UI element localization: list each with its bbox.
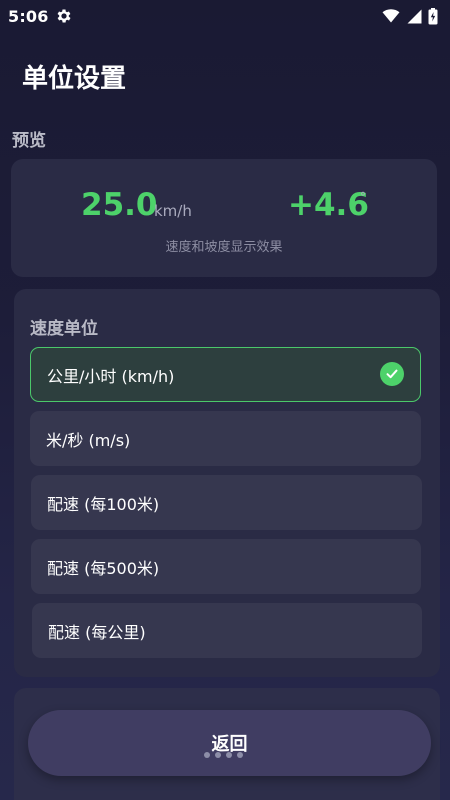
unit-option-label: 米/秒 (m/s) bbox=[46, 430, 131, 450]
unit-option-pace-100m[interactable]: 配速 (每100米) bbox=[31, 475, 422, 530]
status-bar: 5:06 bbox=[0, 0, 450, 32]
page-indicator bbox=[204, 752, 243, 758]
speed-preview-unit: km/h bbox=[154, 202, 192, 220]
unit-option-kmh[interactable]: 公里/小时 (km/h) bbox=[30, 347, 421, 402]
wifi-icon bbox=[382, 9, 400, 23]
settings-gear-icon bbox=[57, 9, 71, 23]
unit-option-label: 公里/小时 (km/h) bbox=[47, 366, 175, 386]
battery-icon bbox=[428, 7, 438, 24]
page-title: 单位设置 bbox=[22, 64, 127, 94]
check-icon bbox=[380, 362, 404, 386]
slope-preview-value: +4.6 bbox=[288, 187, 369, 223]
preview-section-label: 预览 bbox=[12, 131, 46, 151]
unit-option-pace-500m[interactable]: 配速 (每500米) bbox=[31, 539, 421, 594]
back-button[interactable]: 返回 bbox=[28, 710, 431, 776]
speed-preview-value: 25.0 bbox=[81, 187, 158, 223]
status-time: 5:06 bbox=[8, 6, 49, 26]
signal-icon bbox=[407, 9, 422, 23]
preview-caption: 速度和坡度显示效果 bbox=[165, 240, 283, 255]
unit-option-label: 配速 (每500米) bbox=[47, 558, 160, 578]
preview-card: 25.0 km/h +4.6 ° 速度和坡度显示效果 bbox=[11, 159, 437, 277]
page-dot bbox=[215, 752, 221, 758]
unit-option-label: 配速 (每100米) bbox=[47, 494, 160, 514]
unit-option-label: 配速 (每公里) bbox=[48, 622, 146, 642]
page-dot bbox=[237, 752, 243, 758]
status-icons bbox=[382, 7, 438, 25]
slope-preview-unit: ° bbox=[360, 190, 366, 204]
page-dot bbox=[226, 752, 232, 758]
unit-option-ms[interactable]: 米/秒 (m/s) bbox=[30, 411, 421, 466]
unit-option-pace-km[interactable]: 配速 (每公里) bbox=[32, 603, 422, 658]
page-dot bbox=[204, 752, 210, 758]
speed-unit-title: 速度单位 bbox=[30, 319, 98, 339]
speed-unit-card: 速度单位 公里/小时 (km/h) 米/秒 (m/s) 配速 (每100米) 配… bbox=[14, 289, 440, 677]
